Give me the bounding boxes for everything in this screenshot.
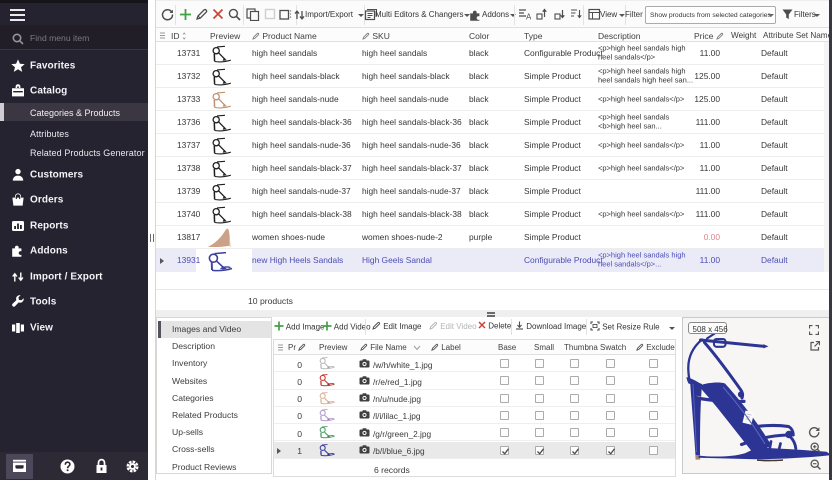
svg-text:A: A bbox=[526, 13, 531, 21]
